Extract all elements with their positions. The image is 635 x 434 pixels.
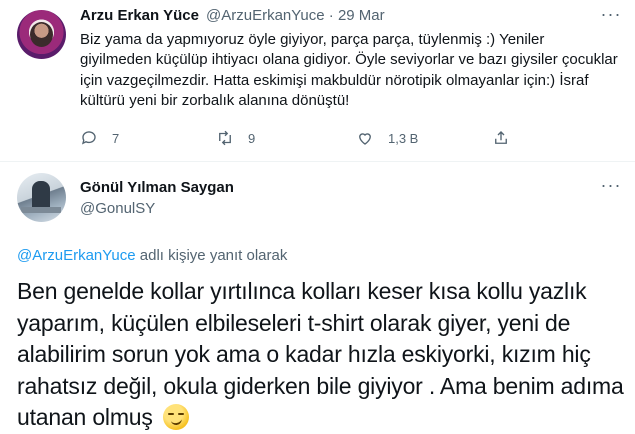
like-button[interactable]: 1,3 B (356, 128, 418, 148)
reply-tweet-text: Ben genelde kollar yırtılınca kolları ke… (17, 276, 627, 434)
smirking-face-emoji-icon (162, 404, 189, 430)
reply-author-handle[interactable]: @GonulSY (80, 200, 155, 217)
divider (0, 161, 635, 162)
original-tweet: Arzu Erkan Yüce @ArzuErkanYuce · 29 Mar … (0, 0, 635, 162)
tweet-text: Biz yama da yapmıyoruz öyle giyiyor, par… (80, 31, 622, 110)
reply-text-body: Ben genelde kollar yırtılınca kolları ke… (17, 278, 624, 430)
author-handle-date[interactable]: @ArzuErkanYuce · 29 Mar (206, 7, 385, 24)
more-options-icon[interactable]: ··· (600, 5, 622, 26)
tweet-actions: 7 9 1,3 B (80, 128, 620, 148)
heart-icon (359, 133, 371, 145)
share-button[interactable] (492, 128, 510, 148)
reply-count: 7 (112, 130, 120, 146)
reply-icon (81, 131, 96, 145)
reply-author-avatar[interactable] (17, 173, 66, 222)
more-options-icon[interactable]: ··· (600, 176, 622, 197)
avatar[interactable] (17, 10, 66, 59)
like-count: 1,3 B (388, 130, 419, 146)
retweet-count: 9 (248, 130, 256, 146)
reply-author-name[interactable]: Gönül Yılman Saygan (80, 179, 234, 196)
replying-to-handle-link[interactable]: @ArzuErkanYuce (17, 247, 136, 264)
retweet-icon (219, 130, 231, 146)
share-icon (495, 131, 507, 144)
replying-to-suffix: adlı kişiye yanıt olarak (135, 247, 288, 264)
replying-to: @ArzuErkanYuce adlı kişiye yanıt olarak (17, 247, 287, 264)
retweet-button[interactable]: 9 (216, 128, 255, 148)
reply-button[interactable]: 7 (80, 128, 119, 148)
author-name[interactable]: Arzu Erkan Yüce (80, 7, 199, 24)
